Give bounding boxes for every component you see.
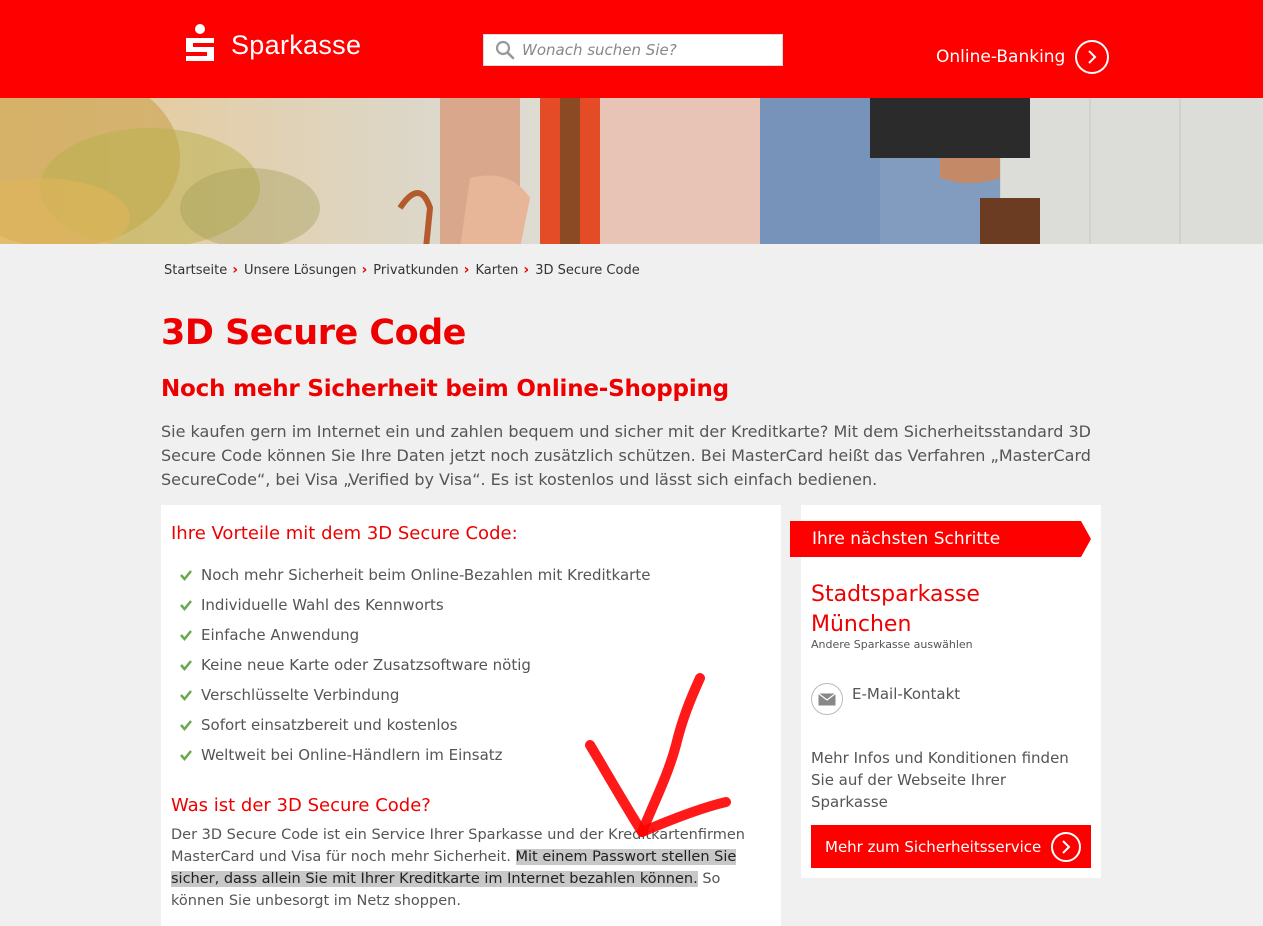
intro-text: Sie kaufen gern im Internet ein und zahl… bbox=[161, 422, 1091, 489]
list-item-label: Sofort einsatzbereit und kostenlos bbox=[201, 716, 458, 734]
list-item: Einfache Anwendung bbox=[179, 620, 650, 650]
page-title: 3D Secure Code bbox=[161, 313, 466, 353]
next-steps-panel: Ihre nächsten Schritte Stadtsparkasse Mü… bbox=[790, 505, 1101, 878]
security-service-label: Mehr zum Sicherheitsservice bbox=[825, 837, 1042, 856]
bank-name: Stadtsparkasse München bbox=[811, 582, 980, 637]
check-icon bbox=[180, 750, 192, 761]
check-icon bbox=[180, 600, 192, 611]
list-item-label: Verschlüsselte Verbindung bbox=[201, 686, 400, 704]
site-header: Sparkasse Online-Banking bbox=[0, 0, 1263, 98]
email-contact-link[interactable]: E-Mail-Kontakt bbox=[811, 683, 960, 715]
online-banking-label: Online-Banking bbox=[936, 47, 1066, 67]
hero-image bbox=[0, 98, 1263, 244]
search-icon[interactable] bbox=[494, 39, 516, 61]
chevron-right-circle-icon bbox=[1075, 40, 1110, 74]
benefits-heading: Ihre Vorteile mit dem 3D Secure Code: bbox=[171, 523, 518, 544]
sparkasse-logo-icon bbox=[186, 24, 214, 61]
chevron-right-icon: › bbox=[463, 262, 470, 278]
check-icon bbox=[180, 660, 192, 671]
list-item-label: Keine neue Karte oder Zusatzsoftware nöt… bbox=[201, 656, 531, 674]
hero-photo bbox=[0, 98, 1263, 244]
breadcrumb-item[interactable]: Startseite bbox=[164, 263, 227, 278]
change-bank-link[interactable]: Andere Sparkasse auswählen bbox=[811, 638, 973, 651]
check-icon bbox=[180, 570, 192, 581]
benefits-list: Noch mehr Sicherheit beim Online-Bezahle… bbox=[179, 560, 650, 770]
benefits-panel: Ihre Vorteile mit dem 3D Secure Code: No… bbox=[161, 505, 781, 926]
security-service-button[interactable]: Mehr zum Sicherheitsservice bbox=[811, 825, 1091, 868]
chevron-right-icon: › bbox=[361, 262, 368, 278]
list-item-label: Weltweit bei Online-Händlern im Einsatz bbox=[201, 746, 503, 764]
brand-name: Sparkasse bbox=[231, 29, 362, 60]
what-text: Der 3D Secure Code ist ein Service Ihrer… bbox=[171, 824, 761, 912]
search-input[interactable] bbox=[520, 40, 774, 60]
list-item: Individuelle Wahl des Kennworts bbox=[179, 590, 650, 620]
breadcrumb-current: 3D Secure Code bbox=[535, 262, 640, 278]
breadcrumb-item[interactable]: Privatkunden bbox=[373, 263, 458, 278]
email-contact-label: E-Mail-Kontakt bbox=[852, 685, 961, 703]
chevron-right-icon: › bbox=[232, 262, 239, 278]
info-text: Mehr Infos und Konditionen finden Sie au… bbox=[811, 749, 1069, 811]
breadcrumb-item[interactable]: Unsere Lösungen bbox=[244, 263, 356, 278]
search-box[interactable] bbox=[483, 34, 783, 66]
list-item: Sofort einsatzbereit und kostenlos bbox=[179, 710, 650, 740]
breadcrumb-item[interactable]: Karten bbox=[475, 263, 518, 278]
list-item: Verschlüsselte Verbindung bbox=[179, 680, 650, 710]
check-icon bbox=[180, 630, 192, 641]
next-steps-ribbon: Ihre nächsten Schritte bbox=[790, 521, 1091, 557]
list-item-label: Noch mehr Sicherheit beim Online-Bezahle… bbox=[201, 566, 651, 584]
what-heading: Was ist der 3D Secure Code? bbox=[171, 795, 431, 816]
list-item: Keine neue Karte oder Zusatzsoftware nöt… bbox=[179, 650, 650, 680]
list-item-label: Individuelle Wahl des Kennworts bbox=[201, 596, 444, 614]
page-subtitle: Noch mehr Sicherheit beim Online-Shoppin… bbox=[161, 376, 729, 402]
list-item-label: Einfache Anwendung bbox=[201, 626, 360, 644]
mail-icon bbox=[811, 683, 843, 715]
breadcrumb: Startseite › Unsere Lösungen › Privatkunde… bbox=[164, 262, 640, 278]
ribbon-label: Ihre nächsten Schritte bbox=[812, 529, 1001, 549]
chevron-right-circle-icon bbox=[1051, 831, 1081, 862]
list-item: Noch mehr Sicherheit beim Online-Bezahle… bbox=[179, 560, 650, 590]
sparkasse-logo[interactable]: Sparkasse bbox=[183, 24, 361, 66]
online-banking-link[interactable]: Online-Banking bbox=[936, 40, 1110, 74]
check-icon bbox=[180, 720, 192, 731]
chevron-right-icon: › bbox=[523, 262, 530, 278]
check-icon bbox=[180, 690, 192, 701]
list-item: Weltweit bei Online-Händlern im Einsatz bbox=[179, 740, 650, 770]
